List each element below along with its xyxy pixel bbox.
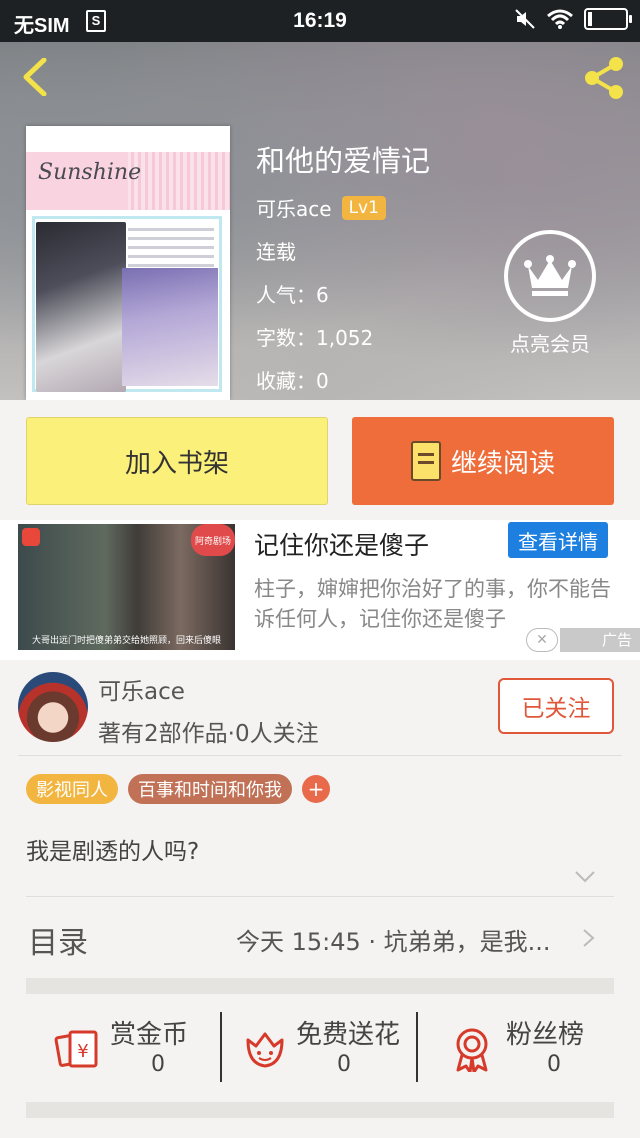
divider [220, 1012, 222, 1082]
book-author-line: 可乐ace Lv1 [256, 193, 386, 222]
divider [26, 896, 614, 897]
table-of-contents-row[interactable]: 目录 今天 15:45 · 坑弟弟，是我... [0, 898, 640, 976]
follow-button[interactable]: 已关注 [498, 678, 614, 734]
divider [416, 1012, 418, 1082]
ad-label: 广告 [560, 628, 640, 652]
ad-close-icon[interactable]: ✕ [526, 628, 558, 652]
cover-art [36, 222, 126, 392]
tag-item[interactable]: 百事和时间和你我 [128, 774, 292, 804]
ad-title[interactable]: 记住你还是傻子 [254, 526, 429, 562]
latest-chapter: 今天 15:45 · 坑弟弟，是我... [236, 928, 551, 956]
avatar[interactable] [18, 672, 88, 742]
tag-item[interactable]: 影视同人 [26, 774, 118, 804]
continue-reading-label: 继续阅读 [450, 448, 555, 479]
battery-icon [584, 8, 632, 30]
chevron-down-icon[interactable] [574, 870, 596, 884]
cover-art-secondary [122, 268, 218, 386]
send-flower-label: 免费送花 [296, 1020, 401, 1050]
svg-text:¥: ¥ [77, 1041, 88, 1062]
book-cover[interactable]: Sunshine [26, 126, 230, 400]
medal-icon [456, 1028, 488, 1072]
book-icon [410, 441, 441, 481]
chevron-right-icon [583, 929, 595, 947]
cover-title: Sunshine [38, 160, 142, 185]
fan-ranking-count: 0 [547, 1052, 561, 1077]
mute-icon [515, 9, 535, 29]
crown-icon [504, 230, 596, 322]
book-popularity: 人气：6 [256, 283, 329, 307]
ad-caption: 大哥出远门时把傻弟弟交给她照顾，回来后傻眼 [31, 636, 221, 646]
status-icons [514, 8, 632, 30]
book-status: 连载 [256, 240, 296, 264]
add-to-shelf-button[interactable]: 加入书架 [26, 417, 328, 505]
tag-list: 影视同人 百事和时间和你我 + [26, 774, 330, 804]
book-word-count: 字数：1,052 [256, 326, 374, 350]
reward-coin-count: 0 [151, 1052, 165, 1077]
back-icon[interactable] [18, 58, 52, 96]
book-header: Sunshine 和他的爱情记 可乐ace Lv1 连载 人气：6 字数：1,0… [0, 42, 640, 400]
vip-label: 点亮会员 [510, 332, 590, 356]
ad-image[interactable]: 阿奇剧场 大哥出远门时把傻弟弟交给她照顾，回来后傻眼 [18, 524, 235, 650]
ad-corner-tag: 阿奇剧场 [190, 524, 235, 556]
section-divider [26, 1102, 614, 1118]
vip-button[interactable]: 点亮会员 [500, 230, 600, 357]
wifi-icon [547, 9, 573, 29]
toc-label: 目录 [28, 926, 88, 961]
coin-envelope-icon: ¥ [54, 1030, 98, 1068]
author-card[interactable]: 可乐ace 著有2部作品·0人关注 已关注 [0, 660, 640, 756]
action-bar: ¥ 赏金币 0 免费送花 0 粉丝榜 0 [0, 1000, 640, 1096]
book-title: 和他的爱情记 [256, 144, 431, 178]
fan-ranking-label: 粉丝榜 [506, 1020, 585, 1050]
ad-description: 柱子，婶婶把你治好了的事，你不能告诉任何人，记住你还是傻子 [254, 577, 611, 631]
author-stats: 著有2部作品·0人关注 [98, 721, 319, 747]
section-divider [26, 978, 614, 994]
share-icon[interactable] [580, 54, 628, 102]
divider [18, 755, 622, 756]
level-badge: Lv1 [341, 195, 386, 220]
add-tag-button[interactable]: + [302, 775, 330, 803]
reward-coin-label: 赏金币 [110, 1020, 189, 1050]
author-name[interactable]: 可乐ace [98, 672, 185, 706]
book-author[interactable]: 可乐ace [256, 193, 332, 222]
book-intro[interactable]: 我是剧透的人吗? [26, 832, 199, 866]
flower-icon [246, 1032, 284, 1068]
ad-detail-button[interactable]: 查看详情 [508, 522, 608, 558]
continue-reading-button[interactable]: 继续阅读 [352, 417, 614, 505]
ad-banner[interactable]: 阿奇剧场 大哥出远门时把傻弟弟交给她照顾，回来后傻眼 记住你还是傻子 查看详情 … [0, 520, 640, 660]
app-icon [22, 528, 40, 546]
book-favorites: 收藏：0 [256, 369, 329, 393]
status-bar: 无SIM S 16:19 [0, 0, 640, 42]
send-flower-count: 0 [337, 1052, 351, 1077]
